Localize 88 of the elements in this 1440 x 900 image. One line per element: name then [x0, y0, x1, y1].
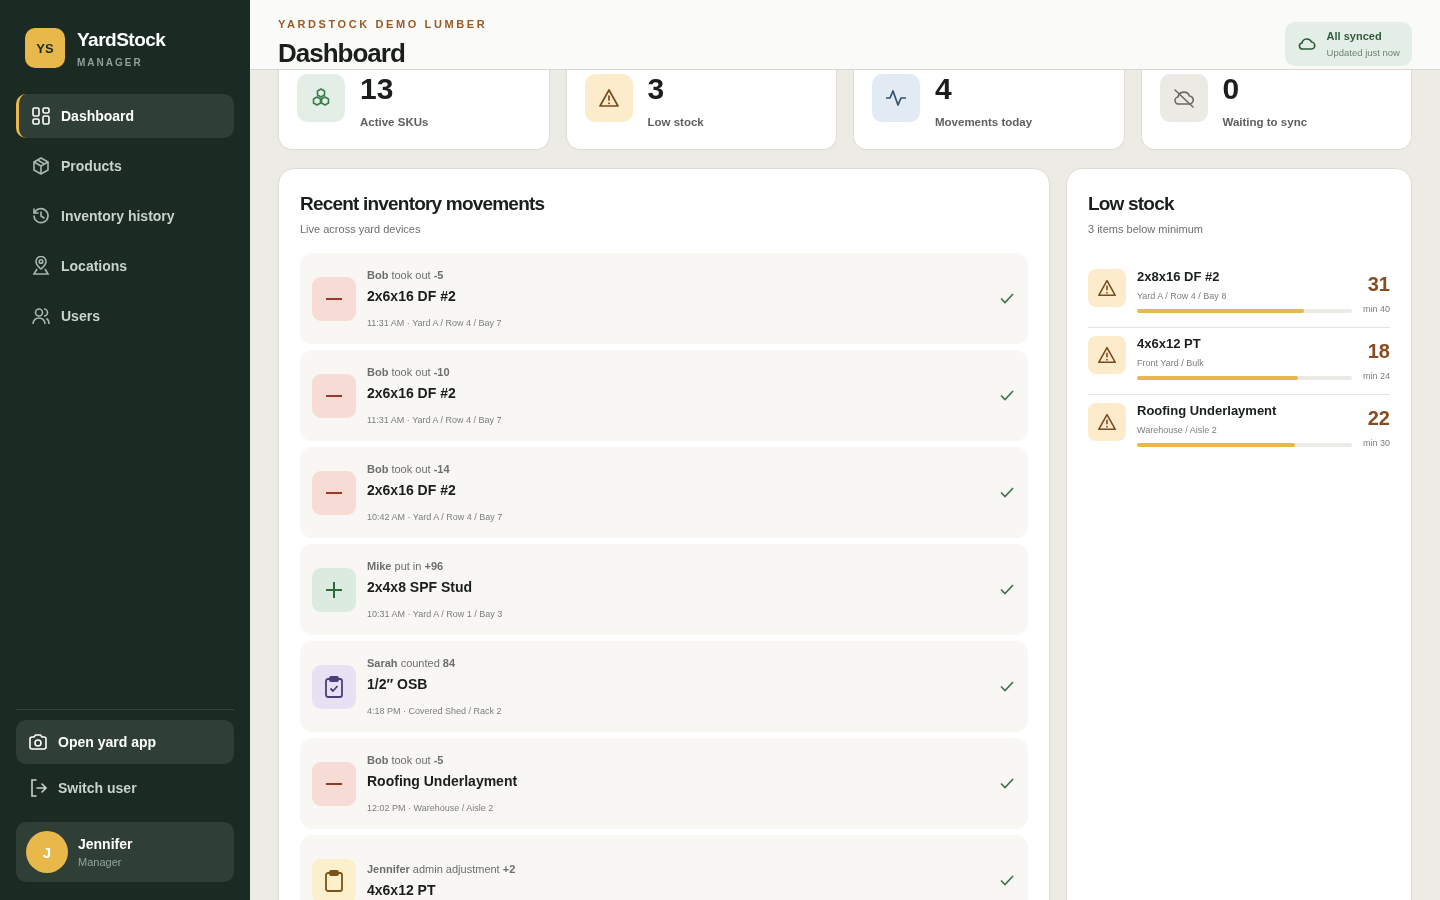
stat-label: Active SKUs	[360, 116, 429, 128]
panel-subtitle: 3 items below minimum	[1088, 223, 1204, 235]
logo-badge: YS	[25, 28, 65, 68]
minus-icon	[325, 393, 343, 398]
item-location: Front Yard / Bulk	[1137, 358, 1205, 368]
product-name: 4x6x12 PT	[367, 882, 437, 898]
warning-icon	[596, 86, 621, 110]
sync-status: All synced	[1326, 30, 1383, 42]
product-name: 2x6x16 DF #2	[367, 288, 457, 304]
panel-subtitle: Live across yard devices	[300, 223, 422, 235]
item-location: Warehouse / Aisle 2	[1137, 425, 1218, 435]
switch-user-button[interactable]: Switch user	[16, 766, 234, 810]
movement-details: 4:18 PM · Covered Shed / Rack 2	[367, 706, 503, 716]
nav-item[interactable]: Users	[16, 294, 234, 338]
user-card[interactable]: J Jennifer Manager	[16, 822, 234, 882]
movement-row[interactable]: Bob took out -5 Roofing Underlayment 12:02 PM · Warehouse / Aisle 2	[300, 738, 1028, 829]
app-role: MANAGER	[77, 56, 144, 68]
product-name: 2x4x8 SPF Stud	[367, 579, 474, 595]
app-name: YardStock	[77, 28, 166, 51]
movement-row[interactable]: Jennifer admin adjustment +2 4x6x12 PT	[300, 835, 1028, 900]
user-name: Jennifer	[78, 836, 133, 852]
stat-value: 13	[360, 74, 395, 104]
minus-icon	[325, 781, 343, 786]
movement-row[interactable]: Bob took out -10 2x6x16 DF #2 11:31 AM · Yard A / Row 4 / Bay 7	[300, 350, 1028, 441]
stat-value: 0	[1222, 74, 1241, 104]
movement-row[interactable]: Bob took out -14 2x6x16 DF #2 10:42 AM · Yard A / Row 4 / Bay 7	[300, 447, 1028, 538]
nav-item[interactable]: Locations	[16, 244, 234, 288]
plus-icon	[325, 580, 343, 599]
stat-label: Movements today	[935, 116, 1033, 128]
item-location: Yard A / Row 4 / Bay 8	[1137, 291, 1228, 301]
stat-value: 3	[647, 74, 666, 104]
movement-details: 10:42 AM · Yard A / Row 4 / Bay 7	[367, 512, 504, 522]
nav-item[interactable]: Dashboard	[16, 94, 234, 138]
nav-item[interactable]: Products	[16, 144, 234, 188]
clipboard-icon	[323, 868, 345, 893]
location-pin-icon	[31, 256, 51, 276]
item-minimum: min 30	[1363, 438, 1390, 448]
stat-label: Waiting to sync	[1222, 116, 1308, 128]
movement-details: 12:02 PM · Warehouse / Aisle 2	[367, 803, 495, 813]
sync-detail: Updated just now	[1326, 47, 1400, 58]
item-quantity: 18	[1366, 340, 1390, 363]
warning-icon	[1096, 411, 1118, 433]
user-role: Manager	[78, 856, 123, 868]
movement-details: 10:31 AM · Yard A / Row 1 / Bay 3	[367, 609, 504, 619]
minus-icon	[325, 490, 343, 495]
camera-icon	[28, 732, 48, 752]
box-icon	[31, 156, 51, 176]
grid-icon	[31, 106, 51, 126]
open-yard-app-button[interactable]: Open yard app	[16, 720, 234, 764]
item-minimum: min 40	[1363, 304, 1390, 314]
panel-title: Low stock	[1088, 193, 1176, 215]
movement-details: 11:31 AM · Yard A / Row 4 / Bay 7	[367, 318, 503, 328]
movement-summary: Jennifer admin adjustment +2	[367, 863, 517, 875]
logout-icon	[28, 778, 48, 798]
item-quantity: 22	[1366, 407, 1390, 430]
item-name: 2x8x16 DF #2	[1137, 269, 1221, 284]
movement-summary: Bob took out -14	[367, 463, 451, 475]
product-name: 1/2″ OSB	[367, 676, 429, 692]
movement-summary: Mike put in +96	[367, 560, 445, 572]
movement-summary: Bob took out -5	[367, 269, 445, 281]
history-icon	[31, 206, 51, 226]
warning-icon	[1096, 344, 1118, 366]
product-name: 2x6x16 DF #2	[367, 385, 457, 401]
movement-summary: Sarah counted 84	[367, 657, 457, 669]
nav-item[interactable]: Inventory history	[16, 194, 234, 238]
movement-row[interactable]: Bob took out -5 2x6x16 DF #2 11:31 AM · Yard A / Row 4 / Bay 7	[300, 253, 1028, 344]
panel-title: Recent inventory movements	[300, 193, 546, 215]
movement-details: 11:31 AM · Yard A / Row 4 / Bay 7	[367, 415, 503, 425]
users-icon	[31, 306, 51, 326]
clipboard-icon	[323, 674, 345, 699]
company-name: YARDSTOCK DEMO LUMBER	[278, 18, 488, 30]
item-minimum: min 24	[1363, 371, 1390, 381]
movement-summary: Bob took out -10	[367, 366, 451, 378]
cloud-off-icon	[1171, 86, 1196, 110]
minus-icon	[325, 296, 343, 301]
stat-label: Low stock	[647, 116, 704, 128]
user-avatar: J	[26, 831, 68, 873]
item-quantity: 31	[1366, 273, 1390, 296]
movement-row[interactable]: Sarah counted 84 1/2″ OSB 4:18 PM · Covered Shed / Rack 2	[300, 641, 1028, 732]
item-name: Roofing Underlayment	[1137, 403, 1278, 418]
movement-row[interactable]: Mike put in +96 2x4x8 SPF Stud 10:31 AM · Yard A / Row 1 / Bay 3	[300, 544, 1028, 635]
warning-icon	[1096, 277, 1118, 299]
page-title: Dashboard	[278, 38, 406, 69]
product-name: 2x6x16 DF #2	[367, 482, 457, 498]
product-name: Roofing Underlayment	[367, 773, 519, 789]
stat-value: 4	[935, 74, 953, 104]
item-name: 4x6x12 PT	[1137, 336, 1202, 351]
movement-summary: Bob took out -5	[367, 754, 445, 766]
